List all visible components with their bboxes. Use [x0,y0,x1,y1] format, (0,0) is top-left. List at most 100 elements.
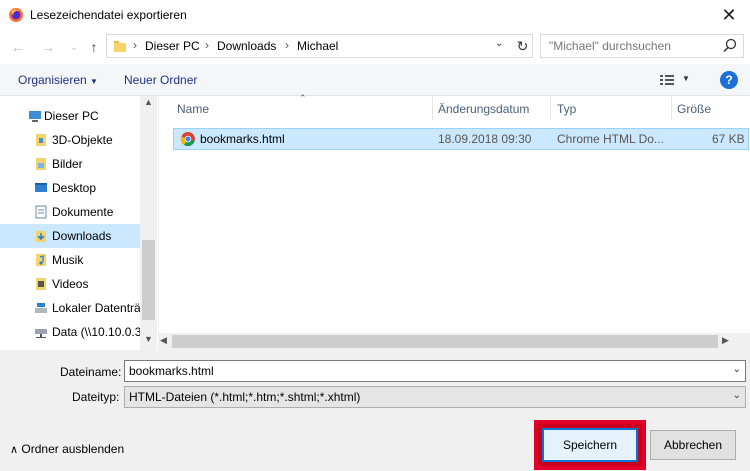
nav-item-data-network[interactable]: Data (\\10.10.0.3 [0,320,142,344]
column-divider[interactable] [432,96,433,120]
breadcrumb-separator[interactable]: › [285,38,289,52]
close-icon: ✕ [721,5,737,25]
column-divider[interactable] [550,96,551,120]
column-header-modified[interactable]: Änderungsdatum [438,102,529,116]
music-icon [36,254,46,266]
filename-value[interactable]: bookmarks.html [129,364,214,378]
chevron-up-icon: ∧ [10,444,19,456]
nav-item-musik[interactable]: Musik [0,248,140,272]
scrollbar-corner [733,333,750,350]
scroll-down-icon[interactable]: ▼ [140,334,157,348]
refresh-button[interactable]: ↻ [512,36,532,56]
chevron-down-icon[interactable]: ⌄ [733,390,741,401]
breadcrumb-downloads[interactable]: Downloads [217,39,276,53]
navigation-pane: Dieser PC 3D-Objekte Bilder Desktop Doku… [0,96,157,350]
nav-label: Videos [52,277,89,291]
filetype-value: HTML-Dateien (*.html;*.htm;*.shtml;*.xht… [129,390,361,404]
breadcrumb-michael[interactable]: Michael [297,39,338,53]
nav-label: Musik [52,253,84,267]
breadcrumb-dieser-pc[interactable]: Dieser PC [145,39,200,53]
organize-menu[interactable]: Organisieren ▼ [18,73,98,87]
nav-item-desktop[interactable]: Desktop [0,176,140,200]
search-box[interactable]: "Michael" durchsuchen [540,34,744,58]
arrow-left-icon: ← [11,39,25,55]
address-dropdown-icon[interactable]: ⌄ [495,38,503,49]
nav-item-videos[interactable]: Videos [0,272,140,296]
nav-item-dokumente[interactable]: Dokumente [0,200,140,224]
nav-label: Dokumente [52,205,114,219]
forward-button[interactable]: → [38,38,58,56]
column-divider[interactable] [671,96,672,120]
hide-folders-label: Ordner ausblenden [21,442,125,456]
search-icon[interactable] [721,37,739,55]
close-button[interactable]: ✕ [716,3,742,27]
help-icon: ? [725,73,733,87]
downloads-icon [36,231,46,242]
nav-label: Lokaler Datenträ [52,301,141,315]
window-title: Lesezeichendatei exportieren [30,8,187,22]
file-size: 67 KB [712,132,745,146]
file-name: bookmarks.html [200,132,285,146]
address-bar[interactable]: › Dieser PC › Downloads › Michael ⌄ ↻ [106,34,533,58]
sort-ascending-icon: ⌃ [299,93,307,103]
nav-label: Downloads [52,229,112,243]
filename-field[interactable]: bookmarks.html ⌄ [124,360,746,382]
pc-icon [29,111,41,122]
firefox-icon [9,8,23,22]
scroll-right-icon[interactable]: ▶ [722,335,729,346]
local-drive-icon [35,303,47,313]
caret-down-icon: ▼ [90,77,98,86]
3d-objects-icon [36,134,46,146]
nav-label: Bilder [52,157,83,171]
change-view-button[interactable]: ▼ [656,71,696,89]
nav-item-dieser-pc[interactable]: Dieser PC [0,104,140,128]
caret-down-icon: ▼ [682,74,690,83]
save-button[interactable]: Speichern [542,428,638,462]
column-header-type[interactable]: Typ [557,102,576,116]
search-input[interactable]: "Michael" durchsuchen [549,39,671,53]
refresh-icon: ↻ [516,38,529,54]
nav-item-3d-objekte[interactable]: 3D-Objekte [0,128,140,152]
up-button[interactable]: ↑ [84,38,104,56]
nav-item-downloads[interactable]: Downloads [0,224,140,248]
organize-label: Organisieren [18,73,87,87]
file-list-scrollbar-thumb[interactable] [172,335,718,348]
file-list: Name ⌃ Änderungsdatum Typ Größe bookmark… [158,93,750,350]
hide-folders-button[interactable]: ∧ Ordner ausblenden [10,442,124,456]
nav-label: Data (\\10.10.0.3 [52,325,142,339]
documents-icon [35,205,47,219]
command-bar: Organisieren ▼ Neuer Ordner ▼ ? [0,64,750,96]
nav-scrollbar-thumb[interactable] [142,240,155,320]
file-modified: 18.09.2018 09:30 [438,132,532,146]
breadcrumb-separator[interactable]: › [133,38,137,52]
desktop-icon [35,183,47,192]
nav-label: Desktop [52,181,97,195]
arrow-right-icon: → [41,39,55,55]
details-view-icon [660,75,674,85]
back-button[interactable]: ← [8,38,28,56]
nav-item-lokaler-datentraeger[interactable]: Lokaler Datenträ [0,296,141,320]
nav-item-bilder[interactable]: Bilder [0,152,140,176]
column-header-size[interactable]: Größe [677,102,711,116]
help-button[interactable]: ? [720,71,738,89]
chrome-html-file-icon [180,132,195,147]
videos-icon [36,278,46,290]
arrow-up-icon: ↑ [90,39,98,55]
filetype-label: Dateityp: [72,390,120,404]
recent-locations-button[interactable]: ⌄ [64,38,84,56]
new-folder-button[interactable]: Neuer Ordner [124,73,197,87]
chevron-down-icon: ⌄ [70,42,78,52]
chevron-down-icon[interactable]: ⌄ [733,364,741,375]
folder-icon [114,41,126,52]
pictures-icon [36,158,46,170]
column-header-name[interactable]: Name [177,102,209,116]
filename-label: Dateiname: [60,365,122,379]
file-type: Chrome HTML Do... [557,132,664,146]
filetype-select[interactable]: HTML-Dateien (*.html;*.htm;*.shtml;*.xht… [124,386,746,408]
file-row-bookmarks[interactable]: bookmarks.html 18.09.2018 09:30 Chrome H… [173,128,749,150]
cancel-button[interactable]: Abbrechen [650,430,736,460]
breadcrumb-separator[interactable]: › [205,38,209,52]
scroll-up-icon[interactable]: ▲ [140,97,157,111]
network-drive-icon [35,329,47,338]
scroll-left-icon[interactable]: ◀ [160,335,167,346]
